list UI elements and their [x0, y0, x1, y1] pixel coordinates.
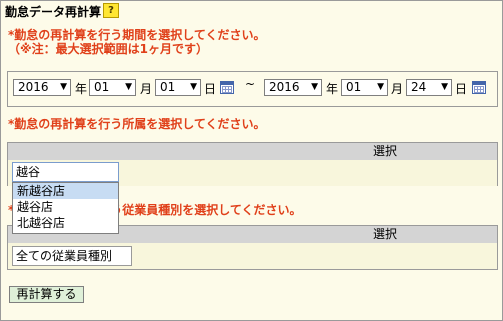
affiliation-header-label: 選択: [373, 144, 398, 158]
end-month-value: 01: [346, 80, 362, 94]
suggestion-item[interactable]: 越谷店: [13, 199, 118, 215]
affiliation-table-header: 選択: [7, 142, 498, 161]
end-year-select[interactable]: 2016 ▼: [264, 79, 322, 96]
suggestion-item[interactable]: 新越谷店: [13, 183, 118, 199]
suggestion-item[interactable]: 北越谷店: [13, 215, 118, 231]
start-year-unit: 年: [75, 82, 88, 96]
affiliation-instruction: *勤怠の再計算を行う所属を選択してください。: [8, 117, 266, 131]
end-day-select[interactable]: 24 ▼: [406, 79, 452, 96]
chevron-down-icon: ▼: [190, 82, 197, 92]
end-year-value: 2016: [269, 80, 300, 94]
end-month-select[interactable]: 01 ▼: [341, 79, 388, 96]
page-title: 勤怠データ再計算: [5, 5, 102, 19]
start-year-select[interactable]: 2016 ▼: [13, 79, 71, 96]
start-day-value: 01: [160, 80, 176, 94]
chevron-down-icon: ▼: [125, 82, 132, 92]
affiliation-search-input[interactable]: 越谷: [12, 162, 119, 182]
end-day-value: 24: [411, 80, 427, 94]
affiliation-suggestion-list: 新越谷店 越谷店 北越谷店: [12, 182, 119, 234]
chevron-down-icon: ▼: [311, 82, 318, 92]
range-separator: ~: [245, 77, 256, 91]
chevron-down-icon: ▼: [60, 82, 67, 92]
period-note: （※注：最大選択範囲は1ヶ月です）: [8, 42, 209, 56]
chevron-down-icon: ▼: [441, 82, 448, 92]
end-day-unit: 日: [455, 82, 468, 96]
start-day-select[interactable]: 01 ▼: [155, 79, 201, 96]
recalculate-button[interactable]: 再計算する: [9, 286, 84, 303]
chevron-down-icon: ▼: [377, 82, 384, 92]
end-year-unit: 年: [326, 82, 339, 96]
start-month-unit: 月: [140, 82, 153, 96]
start-month-value: 01: [94, 80, 110, 94]
calendar-icon[interactable]: [220, 81, 234, 94]
calendar-icon[interactable]: [472, 81, 486, 94]
start-month-select[interactable]: 01 ▼: [89, 79, 136, 96]
start-day-unit: 日: [204, 82, 217, 96]
employee-type-input[interactable]: 全ての従業員種別: [12, 246, 132, 266]
help-icon[interactable]: ?: [103, 3, 119, 18]
employee-type-header-label: 選択: [373, 227, 398, 241]
start-year-value: 2016: [18, 80, 49, 94]
end-month-unit: 月: [391, 82, 404, 96]
